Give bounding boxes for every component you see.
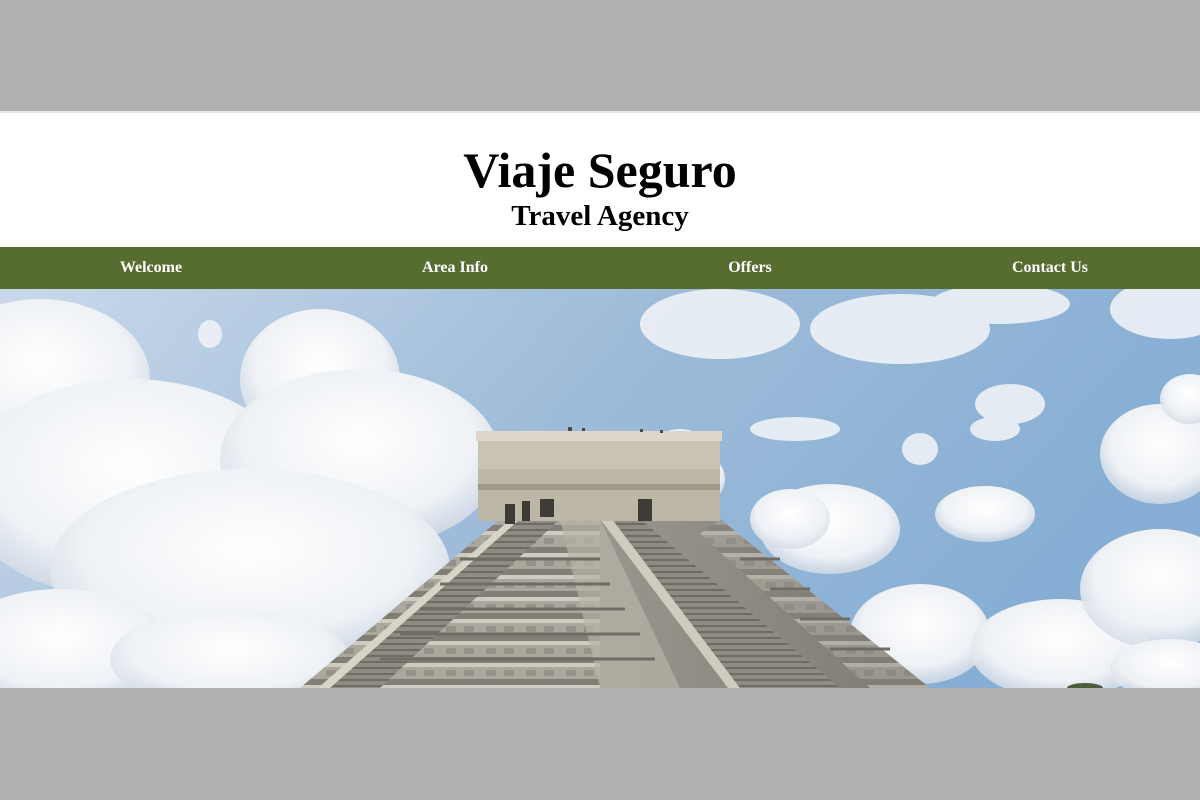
nav-link-contact-us[interactable]: Contact Us: [950, 247, 1150, 289]
pyramid-photo: [0, 289, 1200, 688]
site-title: Viaje Seguro: [463, 142, 737, 198]
main-nav: Welcome Area Info Offers Contact Us: [0, 247, 1200, 289]
site-header: Viaje Seguro Travel Agency: [0, 111, 1200, 247]
nav-link-area-info[interactable]: Area Info: [355, 247, 555, 289]
page: Viaje Seguro Travel Agency Welcome Area …: [0, 0, 1200, 800]
hero-image: [0, 289, 1200, 688]
nav-link-offers[interactable]: Offers: [650, 247, 850, 289]
nav-link-welcome[interactable]: Welcome: [51, 247, 251, 289]
site-subtitle: Travel Agency: [511, 200, 689, 232]
